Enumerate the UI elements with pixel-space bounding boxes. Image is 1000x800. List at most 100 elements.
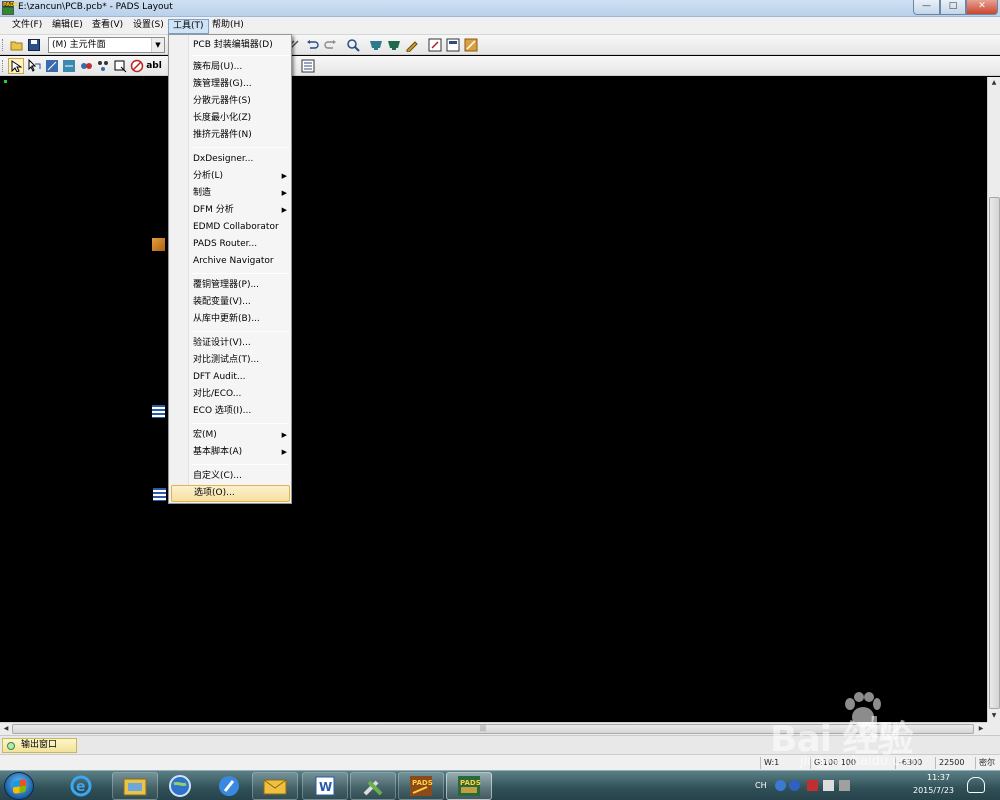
pads-layout-label: PADS [460,779,481,787]
toolbar-grip[interactable] [2,60,4,72]
layer-select[interactable]: (M) 主元件面 ▼ [48,37,165,53]
output-status-icon [7,742,15,750]
tools-menu-item[interactable]: 验证设计(V)... [171,335,290,352]
clock-time[interactable]: 11:37 [927,773,950,782]
menu-edit[interactable]: 编辑(E) [48,19,87,34]
chevron-down-icon[interactable]: ▼ [151,38,164,52]
undo-icon[interactable] [305,37,321,53]
taskbar-globe[interactable] [157,772,203,800]
design-icon[interactable] [26,58,42,74]
taskbar-ie[interactable]: e [58,772,104,800]
tools-menu-item[interactable]: 簇布局(U)... [171,59,290,76]
output-tab-label: 输出窗口 [21,740,58,750]
tools-menu-item[interactable]: 分散元器件(S) [171,93,290,110]
mode-toolbar: abl [0,56,1000,76]
network-icon[interactable] [775,780,786,791]
tools-menu-item[interactable]: 长度最小化(Z) [171,110,290,127]
pads-logic-icon: PADS [410,776,433,796]
tools-menu-item[interactable]: 自定义(C)... [171,468,290,485]
tools-menu-item[interactable]: 装配变量(V)... [171,294,290,311]
options-icon[interactable] [300,58,316,74]
tools-menu-item[interactable]: 对比/ECO... [171,386,290,403]
dimension-icon[interactable] [61,58,77,74]
menu-setup[interactable]: 设置(S) [129,19,168,34]
hyperlink-icon[interactable] [427,37,443,53]
taskbar-explorer[interactable] [112,772,158,800]
tools-menu-item[interactable]: 宏(M) ▶ [171,427,290,444]
menu-separator [192,423,289,424]
menu-view[interactable]: 查看(V) [88,19,127,34]
tools-menu-item[interactable]: EDMD Collaborator [171,219,290,236]
open-icon[interactable] [9,37,25,53]
tools-menu-item[interactable]: 选项(O)... [153,485,290,502]
close-button[interactable]: ✕ [966,0,998,15]
save-icon[interactable] [26,37,42,53]
tools-menu-item-label: 覆铜管理器(P)... [193,280,260,290]
tools-menu-item[interactable]: PCB 封装编辑器(D) [171,37,290,54]
redo-icon[interactable] [322,37,338,53]
taskbar-feather[interactable] [206,772,252,800]
volume-icon[interactable] [823,780,834,791]
scroll-left-icon[interactable]: ◀ [0,723,12,735]
network-status-icon[interactable] [839,780,850,791]
layer-select-value: (M) 主元件面 [52,40,106,50]
library-icon[interactable] [445,37,461,53]
tools-menu-item[interactable]: 覆铜管理器(P)... [171,277,290,294]
tools-menu-item[interactable]: DFT Audit... [171,369,290,386]
bga-icon[interactable] [95,58,111,74]
filter-icon[interactable] [386,37,402,53]
zoom-icon[interactable] [345,37,361,53]
tools-menu-item[interactable]: ECO 选项(I)... [152,403,290,420]
drc-icon[interactable] [129,58,145,74]
vertical-scrollbar[interactable]: ▲ ▼ [987,77,1000,722]
taskbar-tools[interactable] [350,772,396,800]
drafting-icon[interactable] [44,58,60,74]
text-icon[interactable]: abl [146,58,162,74]
tools-menu-item[interactable]: 制造 ▶ [171,185,290,202]
tools-menu-item-label: 分析(L) [193,171,224,181]
tools-menu-item[interactable]: 基本脚本(A) ▶ [171,444,290,461]
submenu-arrow-icon: ▶ [281,206,287,214]
tools-menu-item[interactable]: PADS Router... [152,236,290,253]
pcb-design-canvas[interactable] [0,77,987,722]
clock-date[interactable]: 2015/7/23 [913,786,954,795]
tools-menu-item-label: 分散元器件(S) [193,96,251,106]
windows-logo-icon [13,779,26,794]
ecotool-icon[interactable] [78,58,94,74]
maximize-button[interactable]: □ [940,0,966,15]
taskbar-word[interactable]: W [302,772,348,800]
sketch-icon[interactable] [404,37,420,53]
action-center-icon[interactable] [807,780,818,791]
vertical-scroll-thumb[interactable] [989,197,1000,709]
tools-menu-item[interactable]: 从库中更新(B)... [171,311,290,328]
menu-tools[interactable]: 工具(T) [168,19,209,34]
display-icon[interactable] [368,37,384,53]
tools-menu-item[interactable]: 推挤元器件(N) [171,127,290,144]
minimize-button[interactable]: — [913,0,940,15]
input-language[interactable]: CH [755,781,767,790]
start-button[interactable] [4,772,34,800]
submenu-arrow-icon: ▶ [281,172,287,180]
tools-menu-item[interactable]: DxDesigner... [171,151,290,168]
menu-help[interactable]: 帮助(H) [208,19,248,34]
scroll-up-icon[interactable]: ▲ [988,77,1000,89]
help-icon[interactable] [789,780,800,791]
tools-menu-item[interactable]: DFM 分析 ▶ [171,202,290,219]
pads-router-icon[interactable] [463,37,479,53]
toolbar-grip[interactable] [2,39,4,51]
menu-file[interactable]: 文件(F) [8,19,46,34]
taskbar-pads-layout[interactable]: PADS [446,772,492,800]
weather-icon[interactable] [967,777,985,793]
taskbar-outlook[interactable] [252,772,298,800]
tools-menu-item-label: 簇管理器(G)... [193,79,252,89]
tools-menu-item[interactable]: Archive Navigator [171,253,290,270]
tools-menu-item[interactable]: 簇管理器(G)... [171,76,290,93]
taskbar-pads-logic[interactable]: PADS [398,772,444,800]
tools-menu-item[interactable]: 分析(L) ▶ [171,168,290,185]
output-window-tab[interactable]: 输出窗口 [2,738,77,753]
word-icon: W [315,776,335,796]
select-icon[interactable] [8,58,24,74]
layout-icon[interactable] [112,58,128,74]
tools-menu-item[interactable]: 对比测试点(T)... [171,352,290,369]
tools-dropdown-menu: PCB 封装编辑器(D) 簇布局(U)... 簇管理器(G)... 分散元器件(S) 长… [152,34,292,504]
